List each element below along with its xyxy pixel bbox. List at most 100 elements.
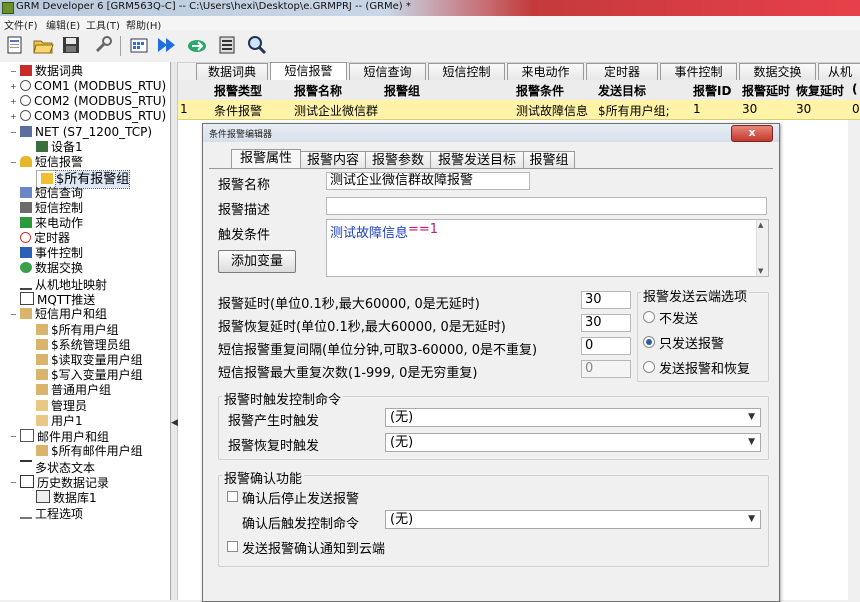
tree-item-write-group[interactable]: $写入变量用户组 — [36, 368, 143, 383]
tree-item-label: 数据词典 — [35, 64, 84, 78]
scroll-up-icon[interactable]: ▲ — [758, 221, 763, 229]
expand-icon[interactable]: + — [10, 109, 17, 124]
tab-sms-alarm[interactable]: 短信报警 — [270, 62, 347, 81]
tree-item-project-options[interactable]: 工程选项 — [20, 506, 83, 521]
radio-alarm-and-recover[interactable] — [643, 361, 655, 373]
dialog-title-bar[interactable]: 条件报警编辑器 x — [203, 124, 779, 142]
alarm-name-field[interactable]: 测试企业微信群故障报警 — [326, 172, 530, 190]
build-icon[interactable] — [128, 34, 150, 56]
tree-item-multistate-text[interactable]: 多状态文本 — [20, 460, 95, 475]
tree-item-admin-group[interactable]: $系统管理员组 — [36, 338, 131, 353]
upload-icon[interactable] — [186, 34, 208, 56]
col-recover-delay[interactable]: 恢复延时 — [796, 82, 844, 99]
col-alarm-delay[interactable]: 报警延时 — [742, 82, 790, 99]
alarm-desc-field[interactable] — [326, 197, 767, 215]
tree-item-timer[interactable]: 定时器 — [20, 231, 70, 246]
collapse-icon[interactable]: − — [10, 155, 17, 170]
col-alarm-type[interactable]: 报警类型 — [214, 82, 262, 99]
project-tree[interactable]: − 数据词典 + COM1 (MODBUS_RTU) + COM2 (MODBUS_R… — [0, 62, 171, 600]
tree-item-data-exchange[interactable]: 数据交换 — [20, 261, 83, 276]
tree-item-com2[interactable]: + COM2 (MODBUS_RTU) — [10, 94, 166, 109]
search-icon[interactable] — [246, 34, 268, 56]
tab-dictionary[interactable]: 数据词典 — [196, 63, 268, 81]
tree-item-mqtt[interactable]: MQTT推送 — [20, 292, 95, 307]
tab-event-control[interactable]: 事件控制 — [660, 63, 737, 81]
collapse-icon[interactable]: − — [10, 64, 17, 79]
tree-item-event-control[interactable]: 事件控制 — [20, 246, 83, 261]
tree-item-history[interactable]: − 历史数据记录 — [10, 475, 109, 490]
col-send-target[interactable]: 发送目标 — [598, 82, 646, 99]
tree-item-administrator[interactable]: 管理员 — [36, 399, 87, 414]
tree-item-all-mail-users[interactable]: $所有邮件用户组 — [36, 444, 143, 459]
table-row[interactable]: 1 条件报警 测试企业微信群 测试故障信息 $所有用户组; 1 30 30 0 — [178, 100, 860, 120]
collapse-icon[interactable]: − — [10, 429, 17, 444]
save-icon[interactable] — [60, 34, 82, 56]
tab-alarm-properties[interactable]: 报警属性 — [231, 149, 301, 169]
repeat-interval-field[interactable]: 0 — [581, 337, 631, 355]
download-icon[interactable] — [156, 34, 178, 56]
send-confirm-cloud-checkbox[interactable] — [227, 541, 238, 552]
grid-scrollbar[interactable] — [848, 120, 860, 600]
tree-item-device1[interactable]: 设备1 — [36, 140, 83, 155]
tree-item-net[interactable]: − NET (S7_1200_TCP) — [10, 125, 152, 140]
collapse-icon[interactable]: − — [10, 307, 17, 322]
tree-item-dict[interactable]: − 数据词典 — [10, 64, 84, 79]
tab-alarm-targets[interactable]: 报警发送目标 — [430, 151, 524, 169]
new-icon[interactable] — [4, 34, 26, 56]
recover-delay-field[interactable]: 30 — [581, 314, 631, 332]
collapse-icon[interactable]: − — [10, 475, 17, 490]
tab-data-exchange[interactable]: 数据交换 — [739, 63, 816, 81]
col-more[interactable]: ( — [852, 82, 857, 96]
col-alarm-name[interactable]: 报警名称 — [294, 82, 342, 99]
max-repeat-field[interactable]: 0 — [581, 360, 631, 378]
open-icon[interactable] — [32, 34, 54, 56]
device-icon[interactable] — [216, 34, 238, 56]
tree-item-sms-users[interactable]: − 短信用户和组 — [10, 307, 107, 322]
serial-icon — [20, 110, 31, 121]
tree-item-sms-control[interactable]: 短信控制 — [20, 201, 83, 216]
add-variable-button[interactable]: 添加变量 — [218, 250, 296, 273]
tab-alarm-params[interactable]: 报警参数 — [365, 151, 431, 169]
condition-scrollbar[interactable]: ▲ ▼ — [756, 220, 768, 276]
radio-alarm-only[interactable] — [643, 336, 655, 348]
on-recover-select[interactable]: (无) ▼ — [385, 433, 761, 452]
radio-no-send-label: 不发送 — [659, 312, 699, 327]
col-alarm-group[interactable]: 报警组 — [384, 82, 420, 99]
tree-item-sms-query[interactable]: 短信查询 — [20, 186, 83, 201]
expand-icon[interactable]: + — [10, 94, 17, 109]
tab-alarm-content[interactable]: 报警内容 — [300, 151, 366, 169]
collapse-arrow-icon[interactable]: ◀ — [171, 418, 178, 428]
tree-item-mail-users[interactable]: − 邮件用户和组 — [10, 429, 109, 444]
col-alarm-id[interactable]: 报警ID — [693, 82, 731, 99]
tab-slave[interactable]: 从机 — [818, 63, 860, 81]
tree-item-read-group[interactable]: $读取变量用户组 — [36, 353, 143, 368]
tab-alarm-group[interactable]: 报警组 — [523, 151, 575, 169]
tree-item-user1[interactable]: 用户1 — [36, 414, 83, 429]
tree-item-com1[interactable]: + COM1 (MODBUS_RTU) — [10, 79, 166, 94]
wrench-icon[interactable] — [92, 34, 114, 56]
confirm-command-value: (无) — [390, 512, 414, 527]
tab-timer[interactable]: 定时器 — [586, 63, 658, 81]
tree-item-incoming-call[interactable]: 来电动作 — [20, 216, 83, 231]
alarm-delay-field[interactable]: 30 — [581, 291, 631, 309]
tree-splitter[interactable]: ◀ — [171, 62, 178, 600]
on-alarm-select[interactable]: (无) ▼ — [385, 408, 761, 427]
tree-item-com3[interactable]: + COM3 (MODBUS_RTU) — [10, 109, 166, 124]
radio-no-send[interactable] — [643, 311, 655, 323]
tree-item-slave-map[interactable]: 从机地址映射 — [20, 277, 107, 292]
tree-item-all-users[interactable]: $所有用户组 — [36, 323, 119, 338]
tab-incoming-call[interactable]: 来电动作 — [507, 63, 584, 81]
trigger-condition-field[interactable]: 测试故障信息 ==1 ▲ ▼ — [326, 219, 769, 277]
col-alarm-condition[interactable]: 报警条件 — [516, 82, 564, 99]
close-button[interactable]: x — [731, 125, 773, 142]
collapse-icon[interactable]: − — [10, 125, 17, 140]
tab-sms-control[interactable]: 短信控制 — [428, 63, 505, 81]
expand-icon[interactable]: + — [10, 79, 17, 94]
scroll-down-icon[interactable]: ▼ — [758, 267, 763, 275]
tree-item-database1[interactable]: 数据库1 — [36, 490, 97, 505]
tree-item-sms-alarm[interactable]: − 短信报警 — [10, 155, 83, 170]
tab-sms-query[interactable]: 短信查询 — [349, 63, 426, 81]
confirm-command-select[interactable]: (无) ▼ — [385, 510, 761, 529]
stop-after-confirm-checkbox[interactable] — [227, 491, 238, 502]
tree-item-normal-group[interactable]: 普通用户组 — [36, 383, 111, 398]
